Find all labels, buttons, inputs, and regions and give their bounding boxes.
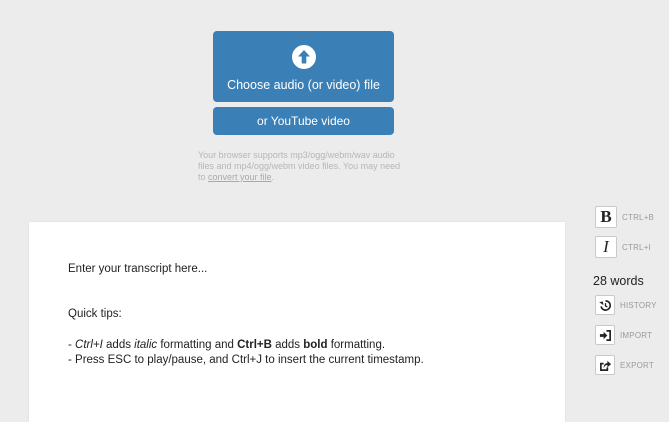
tip-formatting: - Ctrl+I adds italic formatting and Ctrl…	[68, 339, 386, 351]
choose-file-button[interactable]: Choose audio (or video) file	[213, 31, 394, 102]
youtube-button[interactable]: or YouTube video	[213, 107, 394, 135]
word-count: 28 words	[593, 274, 644, 288]
tip-shortcuts: - Press ESC to play/pause, and Ctrl+J to…	[68, 354, 424, 366]
browser-support-note: Your browser supports mp3/ogg/webm/wav a…	[198, 150, 403, 183]
history-label: HISTORY	[620, 300, 657, 310]
tip-key-ctrl-i: Ctrl+I	[75, 339, 103, 351]
tips-heading: Quick tips:	[68, 308, 122, 320]
convert-file-link[interactable]: convert your file	[208, 172, 272, 182]
import-icon	[595, 325, 615, 345]
youtube-label: or YouTube video	[257, 114, 350, 128]
support-end: .	[271, 172, 275, 182]
import-button[interactable]: IMPORT	[595, 325, 652, 345]
history-icon	[595, 295, 615, 315]
bold-button[interactable]: B CTRL+B	[595, 206, 654, 228]
tip-key-ctrl-b: Ctrl+B	[237, 339, 272, 351]
history-button[interactable]: HISTORY	[595, 295, 657, 315]
bold-icon: B	[595, 206, 617, 228]
italic-icon: I	[595, 236, 617, 258]
bold-shortcut-label: CTRL+B	[622, 212, 655, 222]
tip-italic-word: italic	[134, 339, 158, 351]
export-label: EXPORT	[620, 360, 654, 370]
editor-placeholder-line: Enter your transcript here...	[68, 263, 208, 275]
upload-arrow-icon	[291, 44, 316, 69]
export-button[interactable]: EXPORT	[595, 355, 654, 375]
editor-content[interactable]: Enter your transcript here... Quick tips…	[68, 262, 548, 368]
italic-shortcut-label: CTRL+I	[622, 242, 651, 252]
import-label: IMPORT	[620, 330, 653, 340]
choose-file-label: Choose audio (or video) file	[227, 77, 380, 92]
export-icon	[595, 355, 615, 375]
italic-button[interactable]: I CTRL+I	[595, 236, 651, 258]
tip-bold-word: bold	[303, 339, 328, 351]
transcript-editor[interactable]: Enter your transcript here... Quick tips…	[29, 222, 565, 422]
